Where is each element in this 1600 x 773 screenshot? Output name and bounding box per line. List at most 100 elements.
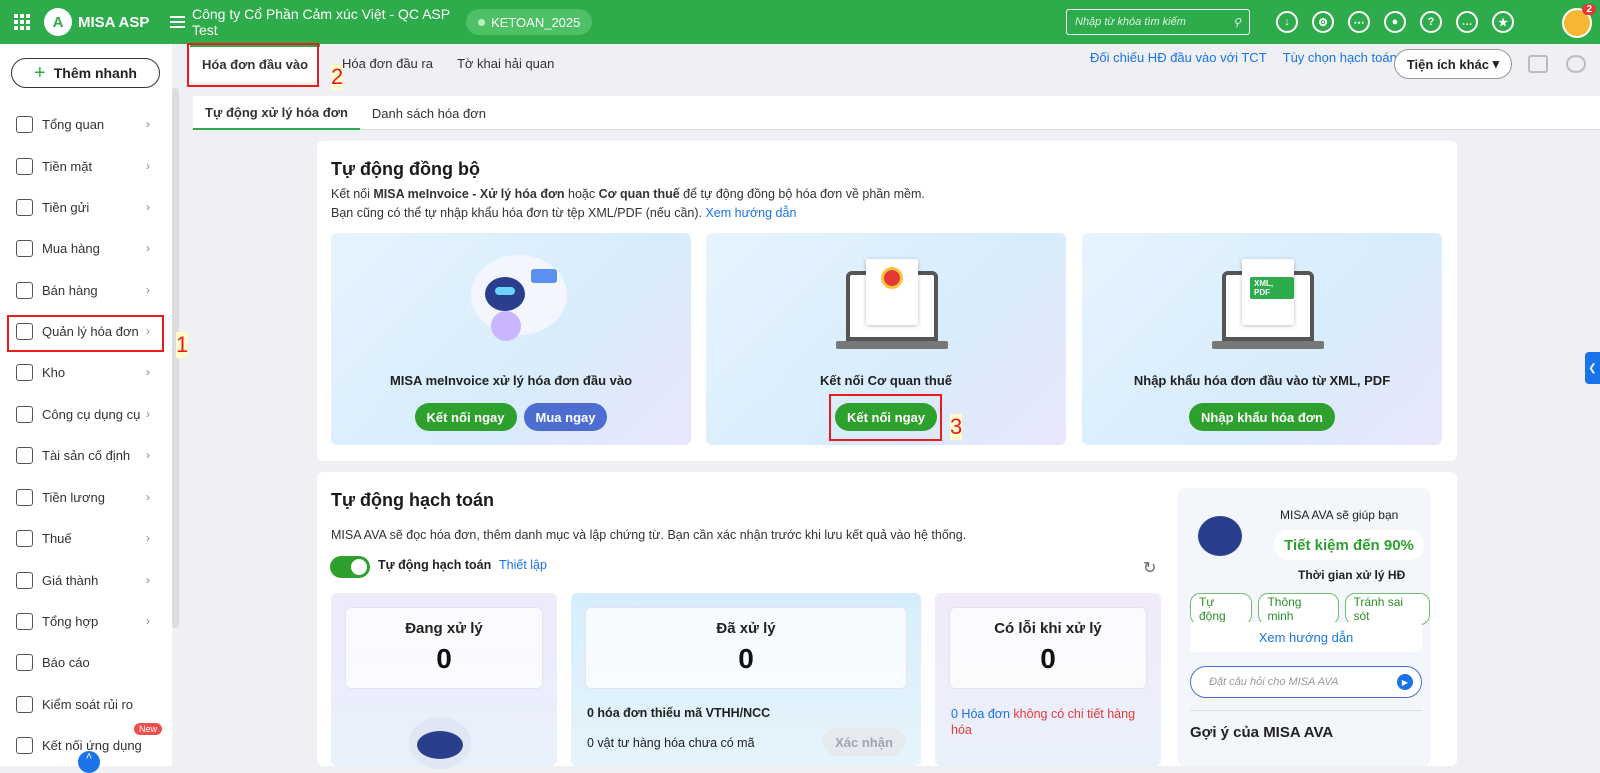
dashboard-icon	[16, 115, 33, 133]
side-panel-toggle[interactable]: ❮	[1585, 352, 1600, 384]
sidebar-item-summary[interactable]: Tổng hợp ›	[0, 601, 168, 641]
laptop-xml-illustration: XML, PDF	[1212, 259, 1324, 349]
tab-output-invoices[interactable]: Hóa đơn đầu ra	[330, 44, 445, 82]
compare-link[interactable]: Đối chiếu HĐ đầu vào với TCT	[1090, 50, 1267, 65]
brand-logo[interactable]: A MISA ASP	[44, 8, 168, 36]
stat-value[interactable]: 0	[346, 643, 542, 675]
accounting-description: MISA AVA sẽ đọc hóa đơn, thêm danh mục v…	[331, 528, 967, 542]
ava-question-input[interactable]: Đặt câu hỏi cho MISA AVA ▶	[1190, 666, 1422, 698]
sidebar-item-label: Tổng hợp	[42, 613, 99, 629]
new-badge: New	[133, 723, 162, 735]
sidebar-item-label: Tiền gửi	[42, 199, 90, 215]
tools-icon	[16, 405, 33, 423]
sidebar-item-cash[interactable]: Tiền mặt ›	[0, 146, 168, 186]
sidebar-item-label: Tài sản cố định	[42, 447, 131, 463]
brand-name: MISA ASP	[78, 13, 150, 31]
car-icon	[16, 446, 33, 464]
sidebar-item-overview[interactable]: Tổng quan ›	[0, 104, 168, 144]
sidebar-item-label: Mua hàng	[42, 240, 100, 256]
stat-value[interactable]: 0	[950, 643, 1146, 675]
sidebar-item-payroll[interactable]: Tiền lương ›	[0, 477, 168, 517]
ava-suggest-title: Gợi ý của MISA AVA	[1190, 724, 1334, 741]
buy-now-button[interactable]: Mua ngay	[523, 403, 608, 431]
ava-question-placeholder: Đặt câu hỏi cho MISA AVA	[1209, 676, 1339, 688]
bank-icon	[16, 198, 33, 216]
menu-icon[interactable]	[170, 16, 192, 28]
laptop-tax-illustration	[836, 259, 948, 349]
missing-code-text[interactable]: 0 hóa đơn thiếu mã VTHH/NCC	[587, 706, 770, 720]
sidebar-item-tax[interactable]: Thuế ›	[0, 518, 168, 558]
stat-processed: Đã xử lý 0 0 hóa đơn thiếu mã VTHH/NCC 0 …	[571, 593, 921, 766]
gear-icon[interactable]: ⚙	[1312, 11, 1334, 33]
option-title: MISA meInvoice xử lý hóa đơn đầu vào	[389, 373, 633, 388]
stat-label: Có lỗi khi xử lý	[994, 620, 1102, 637]
import-invoice-button[interactable]: Nhập khẩu hóa đơn	[1189, 403, 1335, 431]
sidebar-item-sales[interactable]: Bán hàng ›	[0, 270, 168, 310]
chat-icon[interactable]: ⋯	[1348, 11, 1370, 33]
sidebar-item-purchase[interactable]: Mua hàng ›	[0, 228, 168, 268]
stat-processing: Đang xử lý 0	[331, 593, 557, 769]
sidebar-item-label: Bán hàng	[42, 282, 98, 298]
warehouse-icon	[16, 363, 33, 381]
user-avatar[interactable]: 2	[1562, 4, 1596, 38]
error-detail-text[interactable]: 0 Hóa đơn không có chi tiết hàng hóa	[951, 706, 1151, 738]
auto-accounting-toggle[interactable]	[330, 556, 370, 578]
quick-add-button[interactable]: + Thêm nhanh	[11, 58, 160, 88]
missing-items-text: 0 vật tư hàng hóa chưa có mã	[587, 736, 755, 750]
refresh-icon[interactable]: ↻	[1143, 558, 1156, 578]
database-selector[interactable]: KETOAN_2025	[466, 9, 593, 35]
more-icon[interactable]: …	[1456, 11, 1478, 33]
sidebar-item-warehouse[interactable]: Kho ›	[0, 352, 168, 392]
summary-icon	[16, 612, 33, 630]
help-icon[interactable]: ?	[1420, 11, 1442, 33]
setup-link[interactable]: Thiết lập	[499, 558, 547, 572]
utility-dropdown[interactable]: Tiện ích khác ▾	[1394, 49, 1512, 79]
cart-icon	[16, 281, 33, 299]
search-icon: ⚲	[1232, 16, 1241, 29]
sidebar-scrollbar[interactable]	[172, 88, 179, 628]
sidebar-item-cost[interactable]: Giá thành ›	[0, 560, 168, 600]
seal-icon	[881, 267, 903, 289]
robot-mascot-icon	[409, 717, 471, 769]
send-icon[interactable]: ▶	[1397, 674, 1413, 690]
sync-title: Tự động đồng bộ	[331, 159, 480, 179]
ava-line2: Thời gian xử lý HĐ	[1298, 568, 1406, 582]
bell-icon[interactable]: ●	[1384, 11, 1406, 33]
tab-auto-processing[interactable]: Tự động xử lý hóa đơn	[193, 96, 360, 130]
chip-auto: Tự động	[1190, 593, 1253, 625]
list-view-icon[interactable]	[1528, 55, 1548, 73]
robot-illustration	[461, 255, 567, 349]
connect-meinvoice-button[interactable]: Kết nối ngay	[414, 403, 517, 431]
chevron-right-icon: ›	[146, 490, 150, 504]
settings-icon[interactable]	[1566, 55, 1586, 73]
app-grid-icon[interactable]	[0, 0, 44, 44]
cash-icon	[16, 157, 33, 175]
ava-line1: MISA AVA sẽ giúp bạn	[1280, 508, 1399, 522]
sidebar-item-fixed-assets[interactable]: Tài sản cố định ›	[0, 435, 168, 475]
annotation-box-3	[829, 394, 942, 441]
sidebar-item-risk[interactable]: Kiểm soát rủi ro	[0, 684, 168, 724]
guide-link[interactable]: Xem hướng dẫn	[705, 206, 796, 220]
chevron-right-icon: ›	[146, 407, 150, 421]
chevron-right-icon: ›	[146, 241, 150, 255]
confirm-button[interactable]: Xác nhận	[823, 728, 905, 756]
ai-assistant-icon[interactable]: ★	[1492, 11, 1514, 33]
sidebar-item-reports[interactable]: Báo cáo	[0, 642, 168, 682]
download-icon[interactable]: ↓	[1276, 11, 1298, 33]
stat-errors: Có lỗi khi xử lý 0 0 Hóa đơn không có chi…	[935, 593, 1161, 766]
ava-guide-link[interactable]: Xem hướng dẫn	[1190, 622, 1422, 652]
accounting-options-link[interactable]: Tùy chọn hạch toán	[1283, 50, 1397, 65]
sidebar-item-deposit[interactable]: Tiền gửi ›	[0, 187, 168, 227]
sidebar-item-tools[interactable]: Công cụ dụng cụ ›	[0, 394, 168, 434]
search-input[interactable]: Nhập từ khóa tìm kiếm ⚲	[1066, 9, 1250, 35]
sidebar-item-label: Tiền lương	[42, 489, 105, 505]
tab-invoice-list[interactable]: Danh sách hóa đơn	[360, 96, 498, 130]
tab-customs[interactable]: Tờ khai hải quan	[445, 44, 566, 82]
chevron-right-icon: ›	[146, 159, 150, 173]
annotation-label-1: 1	[176, 332, 189, 358]
sidebar-item-label: Kiểm soát rủi ro	[42, 696, 134, 712]
stat-value[interactable]: 0	[586, 643, 906, 675]
company-name[interactable]: Công ty Cổ Phần Cảm xúc Việt - QC ASP Te…	[192, 6, 466, 38]
scroll-up-button[interactable]: ˄	[78, 751, 100, 773]
notification-badge: 2	[1582, 4, 1596, 15]
